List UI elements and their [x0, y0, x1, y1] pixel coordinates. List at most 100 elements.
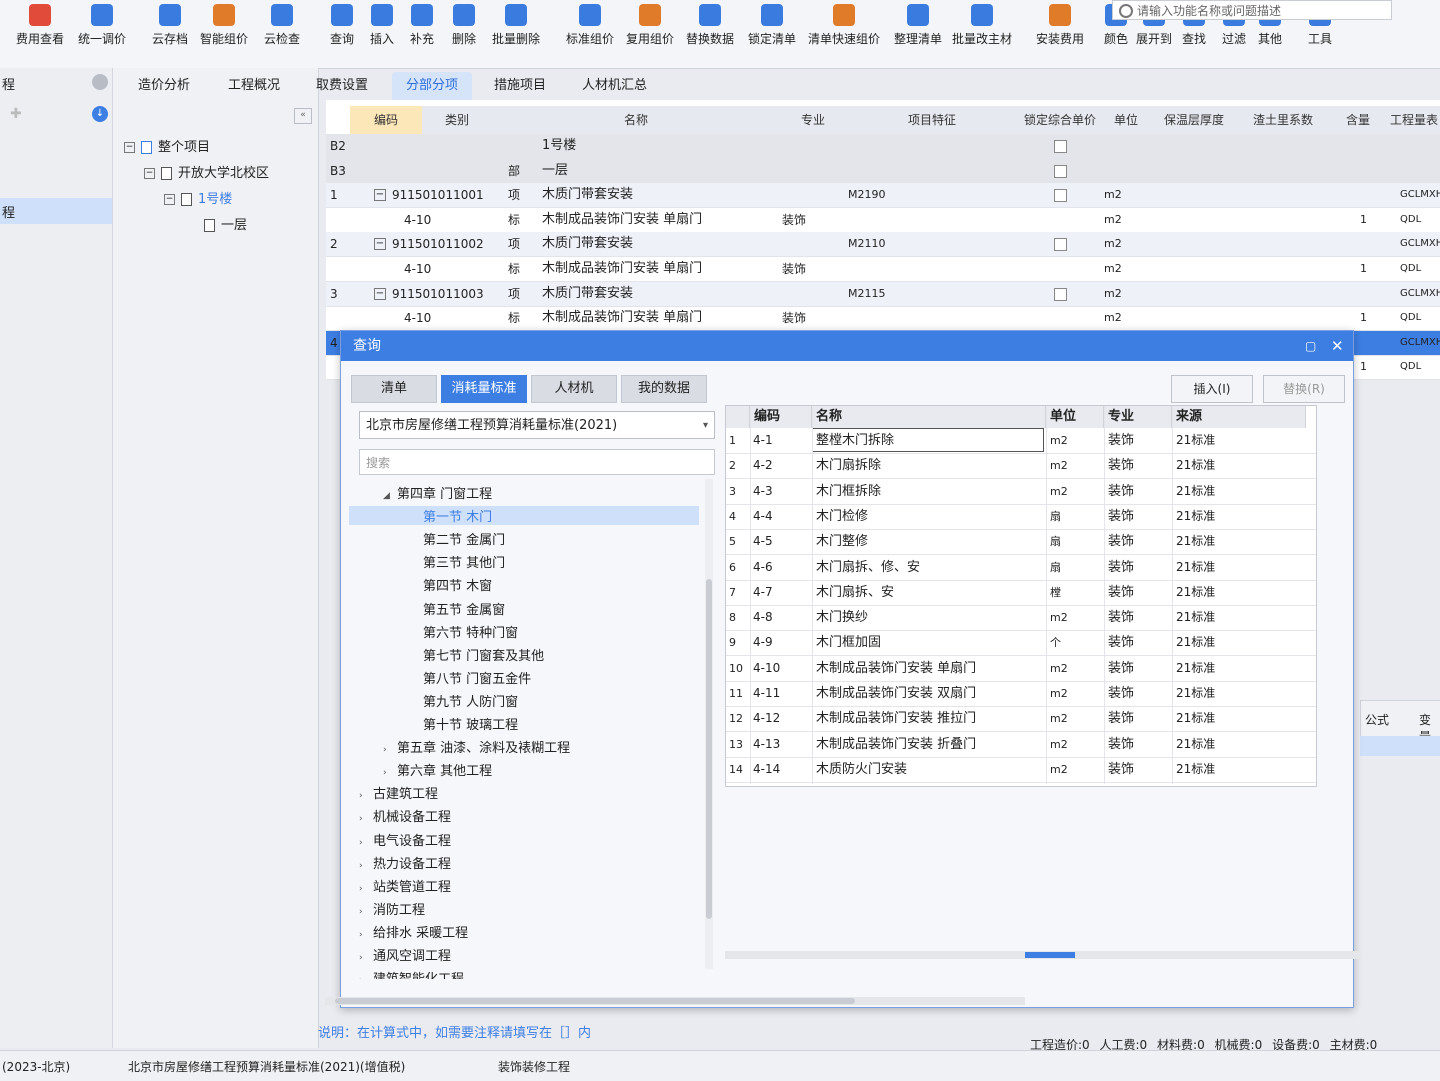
quota-row[interactable]: 6 4-6 木门扇拆、修、安 扇 装饰 21标准	[726, 555, 1316, 581]
toolbar-cloud-check-button[interactable]: 云检查	[264, 4, 300, 47]
quota-header-3[interactable]: 单位	[1046, 406, 1104, 428]
quota-row[interactable]: 13 4-13 木制成品装饰门安装 折叠门 m2 装饰 21标准	[726, 732, 1316, 758]
quota-row[interactable]: 5 4-5 木门整修 扇 装饰 21标准	[726, 529, 1316, 556]
toolbar-reuse-price-button[interactable]: 复用组价	[626, 4, 674, 47]
caret-right-icon[interactable]: ›	[359, 884, 373, 894]
grid-row[interactable]: B2 1号楼	[326, 134, 1440, 159]
toolbar-delete-button[interactable]: 删除	[452, 4, 476, 47]
feature-search-input[interactable]: 请输入功能名称或问题描述	[1112, 0, 1392, 20]
quota-row[interactable]: 11 4-11 木制成品装饰门安装 双扇门 m2 装饰 21标准	[726, 681, 1316, 707]
grid-row[interactable]: 3 −911501011003 项 木质门带套安装 M2115 m2 GCLMXHJ	[326, 281, 1440, 307]
table-hscrollbar[interactable]	[725, 951, 1361, 959]
dialog-hscrollbar-thumb[interactable]	[335, 998, 855, 1004]
quota-header-0[interactable]	[726, 406, 750, 428]
tree-scrollbar[interactable]	[705, 479, 713, 969]
tree-item-floor-1[interactable]: 一层	[204, 214, 247, 233]
caret-right-icon[interactable]: ›	[359, 791, 373, 801]
toolbar-batch-delete-button[interactable]: 批量删除	[492, 4, 540, 47]
chapter-tree-item[interactable]: 第三节 其他门	[409, 552, 505, 571]
chapter-tree-item[interactable]: 第十节 玻璃工程	[409, 714, 518, 733]
chapter-tree-item[interactable]: 第六节 特种门窗	[409, 622, 518, 641]
chapter-tree-item[interactable]: › 给排水 采暖工程	[359, 922, 468, 941]
dialog-tab-labor-material[interactable]: 人材机	[531, 375, 617, 403]
toolbar-quick-price-button[interactable]: 清单快速组价	[808, 4, 880, 47]
grid-row[interactable]: 4-10 标 木制成品装饰门安装 单扇门 装饰 m2 1 QDL	[326, 257, 1440, 282]
grid-row[interactable]: 4-10 标 木制成品装饰门安装 单扇门 装饰 m2 1 QDL	[326, 306, 1440, 332]
chapter-tree-item[interactable]: ◢ 第四章 门窗工程	[383, 483, 492, 502]
chapter-tree-item[interactable]: 第四节 木窗	[409, 575, 492, 594]
add-icon[interactable]: ✚	[10, 106, 22, 122]
caret-right-icon[interactable]: ›	[359, 838, 373, 848]
grid-row[interactable]: 2 −911501011002 项 木质门带套安装 M2110 m2 GCLMXHJ	[326, 232, 1440, 258]
standard-select[interactable]: 北京市房屋修缮工程预算消耗量标准(2021) ▾	[359, 411, 715, 439]
quota-header-1[interactable]: 编码	[750, 406, 812, 428]
dialog-tab-list[interactable]: 清单	[351, 375, 437, 403]
grid-header-2[interactable]: 名称	[492, 106, 781, 134]
row-collapse-icon[interactable]: −	[374, 238, 386, 251]
chapter-tree-item[interactable]: › 热力设备工程	[359, 853, 451, 872]
chapter-tree-item[interactable]: › 消防工程	[359, 899, 425, 918]
quota-row[interactable]: 7 4-7 木门扇拆、安 樘 装饰 21标准	[726, 580, 1316, 606]
grid-row[interactable]: 1 −911501011001 项 木质门带套安装 M2190 m2 GCLMXHJ	[326, 183, 1440, 209]
tree-collapse-icon[interactable]: −	[164, 194, 175, 205]
quota-header-5[interactable]: 来源	[1172, 406, 1306, 428]
dialog-hscrollbar[interactable]	[325, 997, 1025, 1005]
chapter-tree-item[interactable]: 第九节 人防门窗	[409, 691, 518, 710]
tab-1[interactable]: 工程概况	[214, 72, 294, 100]
chapter-tree-item[interactable]: › 古建筑工程	[359, 783, 438, 802]
caret-right-icon[interactable]: ›	[359, 861, 373, 871]
caret-right-icon[interactable]: ›	[359, 930, 373, 940]
dialog-search-input[interactable]: 搜索	[359, 449, 715, 475]
row-collapse-icon[interactable]: −	[374, 287, 386, 300]
chapter-tree-item[interactable]: 第八节 门窗五金件	[409, 668, 531, 687]
grid-header-1[interactable]: 类别	[422, 106, 493, 134]
grid-header-6[interactable]: 单位	[1102, 106, 1151, 134]
quota-row[interactable]: 9 4-9 木门框加固 个 装饰 21标准	[726, 630, 1316, 657]
lock-price-checkbox[interactable]	[1054, 189, 1067, 203]
toolbar-batch-material-button[interactable]: 批量改主材	[952, 4, 1012, 47]
grid-header-3[interactable]: 专业	[780, 106, 847, 134]
formula-selected-row[interactable]	[1360, 736, 1440, 756]
tree-collapse-icon[interactable]: −	[124, 142, 135, 153]
toolbar-standard-price-button[interactable]: 标准组价	[566, 4, 614, 47]
quota-row[interactable]: 14 4-14 木质防火门安装 m2 装饰 21标准	[726, 757, 1316, 783]
toolbar-cloud-save-button[interactable]: 云存档	[152, 4, 188, 47]
row-collapse-icon[interactable]: −	[374, 189, 386, 202]
collapse-panel-button[interactable]: «	[294, 108, 312, 124]
lock-price-checkbox[interactable]	[1054, 164, 1067, 178]
insert-button[interactable]: 插入(I)	[1171, 375, 1253, 403]
chapter-tree-item[interactable]: › 通风空调工程	[359, 945, 451, 964]
caret-right-icon[interactable]: ›	[383, 768, 397, 778]
tree-scrollbar-thumb[interactable]	[706, 579, 712, 919]
tree-item-campus[interactable]: − 开放大学北校区	[144, 162, 269, 181]
tab-2[interactable]: 取费设置	[302, 72, 382, 100]
caret-right-icon[interactable]: ›	[359, 953, 373, 963]
dialog-tab-my-data[interactable]: 我的数据	[621, 375, 707, 403]
quota-row[interactable]: 2 4-2 木门扇拆除 m2 装饰 21标准	[726, 453, 1316, 480]
quota-row[interactable]: 3 4-3 木门框拆除 m2 装饰 21标准	[726, 479, 1316, 505]
grid-header-10[interactable]: 工程量表	[1388, 106, 1440, 134]
toolbar-install-fee-button[interactable]: 安装费用	[1036, 4, 1084, 47]
toolbar-query-button[interactable]: 查询	[330, 4, 354, 47]
toolbar-lock-list-button[interactable]: 锁定清单	[748, 4, 796, 47]
tree-collapse-icon[interactable]: −	[144, 168, 155, 179]
chapter-tree-item[interactable]: › 第五章 油漆、涂料及裱糊工程	[383, 737, 570, 756]
chapter-tree-item[interactable]: 第二节 金属门	[409, 529, 505, 548]
lock-price-checkbox[interactable]	[1054, 140, 1067, 153]
chapter-tree-item[interactable]: › 站类管道工程	[359, 876, 451, 895]
tree-item-building-1[interactable]: − 1号楼	[164, 188, 232, 207]
maximize-icon[interactable]: ▢	[1305, 331, 1316, 361]
caret-down-icon[interactable]: ◢	[383, 491, 397, 501]
replace-button[interactable]: 替换(R)	[1263, 375, 1345, 403]
caret-right-icon[interactable]: ›	[359, 814, 373, 824]
quota-row[interactable]: 12 4-12 木制成品装饰门安装 推拉门 m2 装饰 21标准	[726, 706, 1316, 733]
chapter-tree-item[interactable]: ›建筑智能化工程	[359, 968, 464, 979]
caret-right-icon[interactable]: ›	[359, 976, 373, 979]
toolbar-organize-list-button[interactable]: 整理清单	[894, 4, 942, 47]
tree-item-whole-project[interactable]: − 整个项目	[124, 136, 210, 155]
chapter-tree-item[interactable]: › 第六章 其他工程	[383, 760, 492, 779]
tab-3[interactable]: 分部分项	[392, 72, 473, 100]
grid-header-5[interactable]: 锁定综合单价	[1018, 106, 1103, 134]
chapter-tree-item[interactable]: › 电气设备工程	[359, 830, 451, 849]
toolbar-insert-button[interactable]: 插入	[370, 4, 394, 47]
